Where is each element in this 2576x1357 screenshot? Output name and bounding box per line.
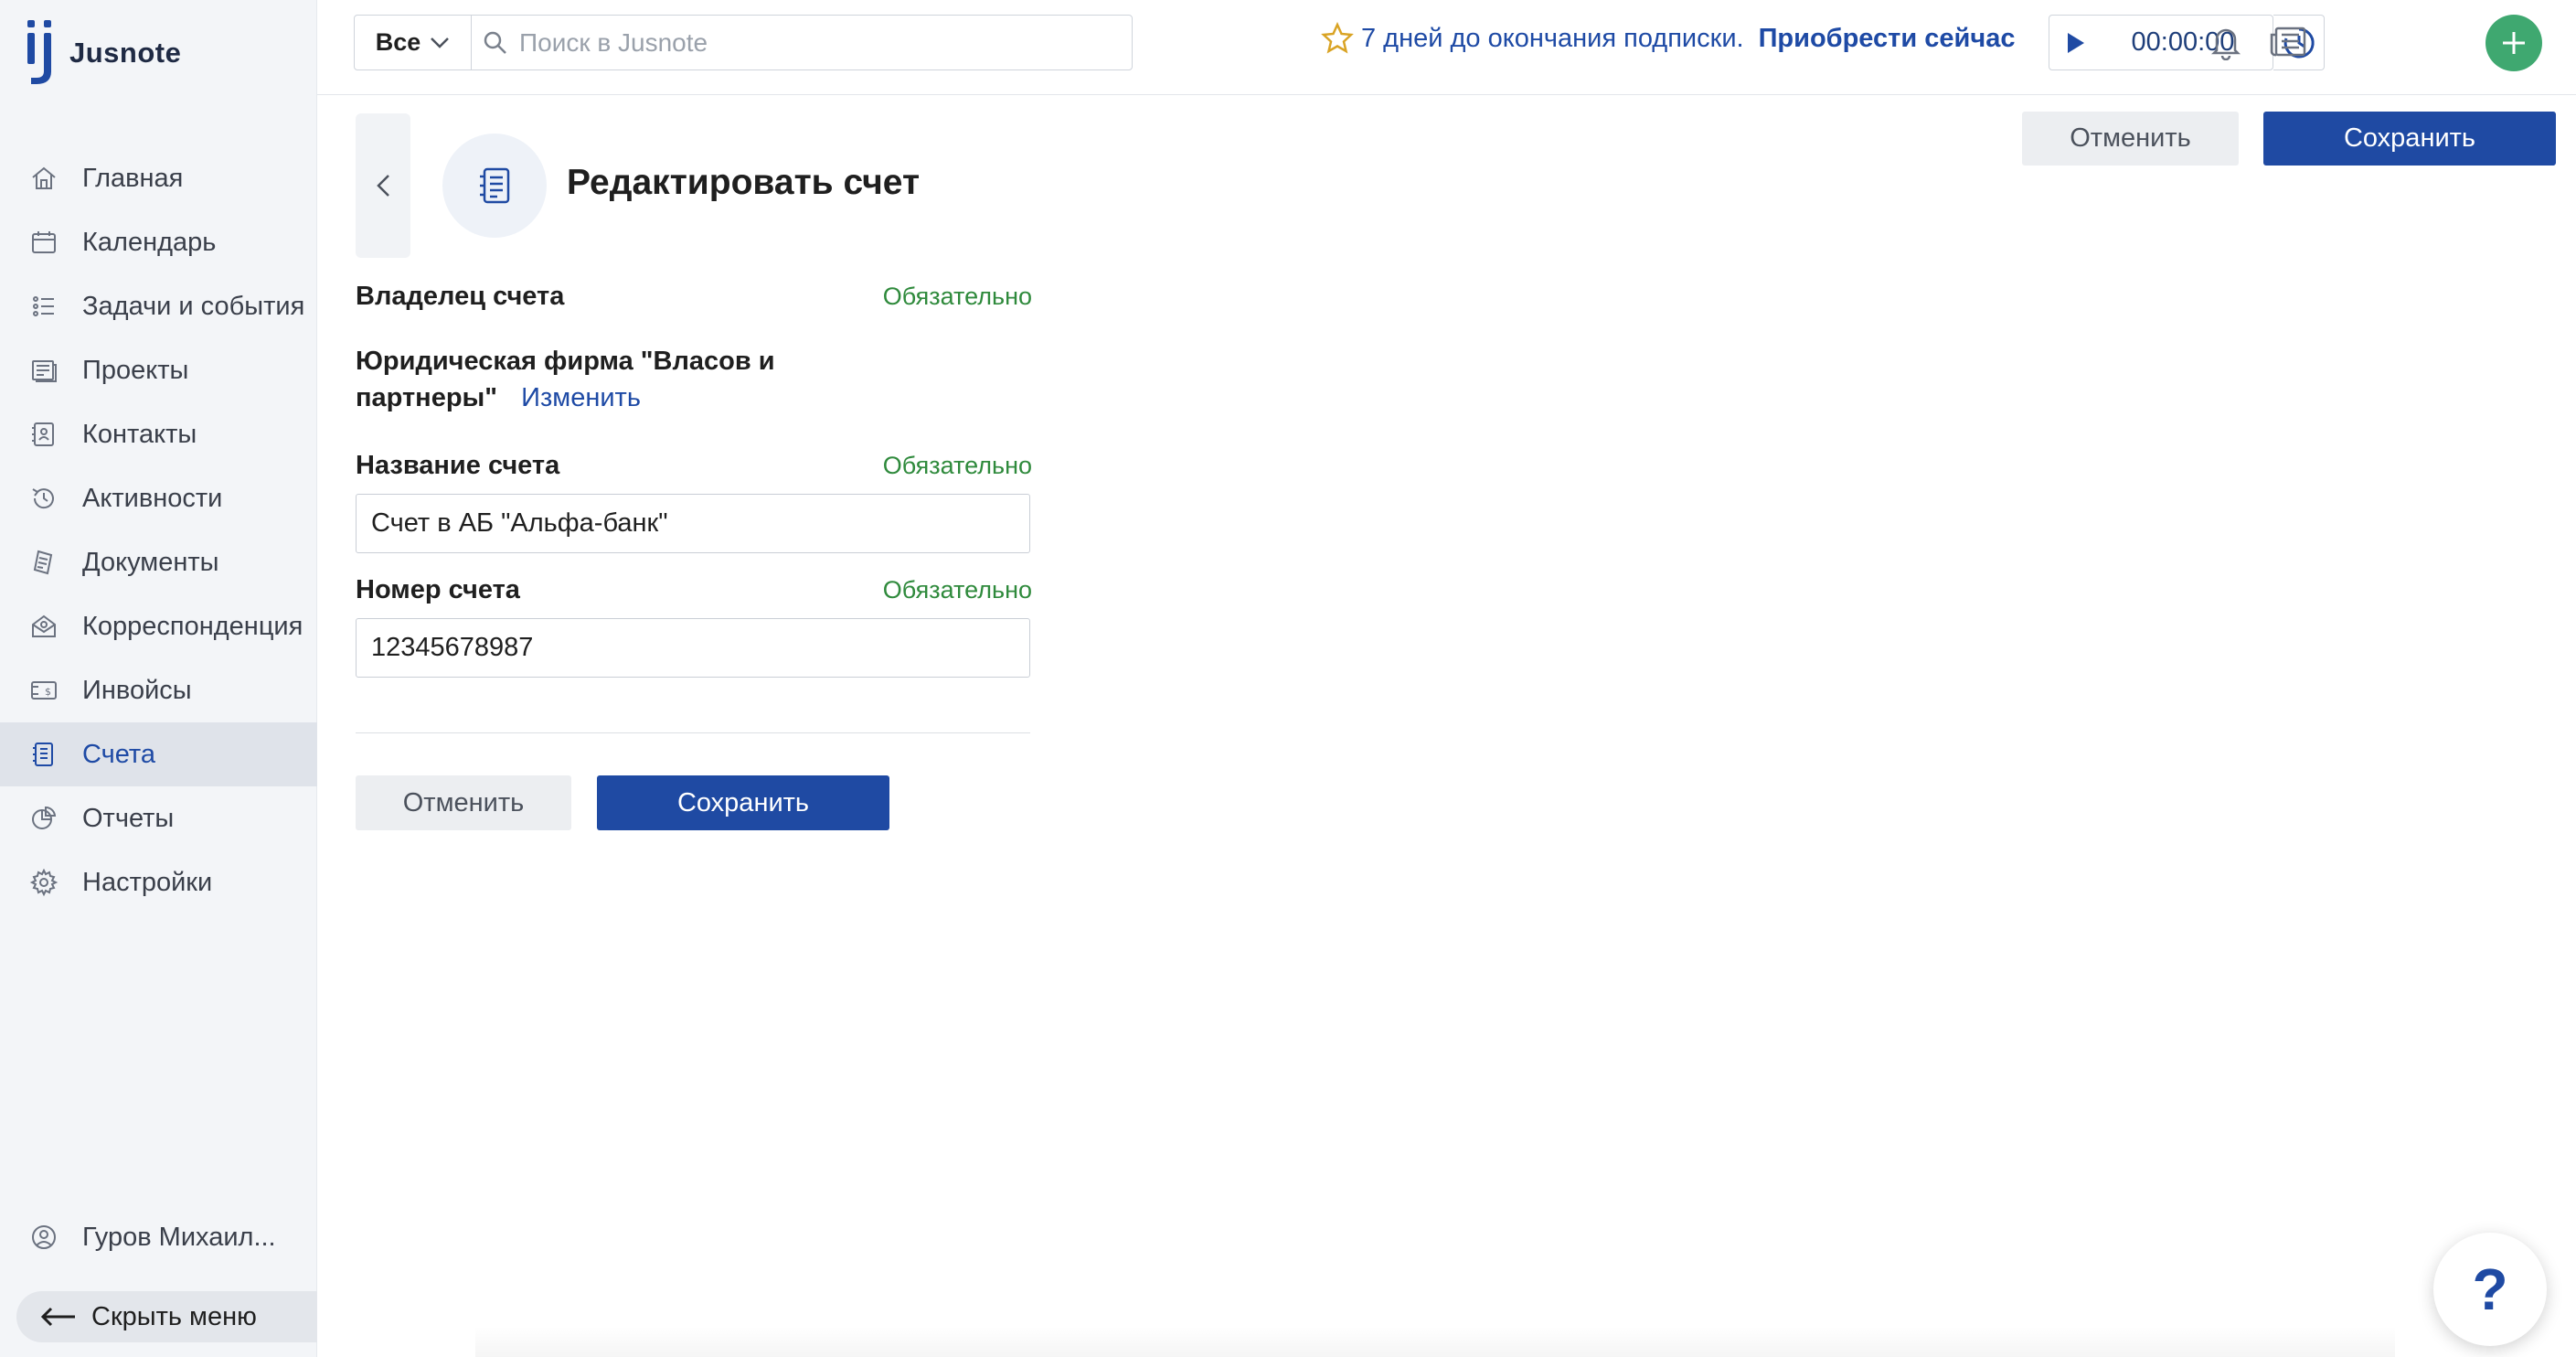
buy-now-link[interactable]: Приобрести сейчас [1759, 24, 2016, 54]
logo[interactable]: Jusnote [26, 20, 181, 86]
sidebar-item-reports[interactable]: Отчеты [0, 786, 317, 850]
sidebar-item-documents[interactable]: Документы [0, 530, 317, 594]
app-name: Jusnote [69, 37, 182, 69]
number-row: Номер счета Обязательно [356, 575, 1032, 605]
account-name-input[interactable]: Счет в АБ "Альфа-банк" [356, 494, 1030, 553]
account-page-icon [442, 134, 547, 238]
calendar-icon [27, 226, 60, 259]
search-scope-value: Все [375, 28, 421, 56]
add-button[interactable] [2486, 15, 2542, 71]
search-input[interactable] [519, 27, 1068, 58]
projects-icon [27, 354, 60, 387]
save-button[interactable]: Сохранить [597, 775, 889, 830]
timer-value: 00:00:00 [2131, 27, 2235, 57]
sidebar-item-label: Инвойсы [82, 675, 192, 705]
search-field [472, 16, 1132, 69]
mail-icon [27, 610, 60, 643]
tasks-icon [27, 290, 60, 323]
home-icon [27, 162, 60, 195]
required-badge: Обязательно [882, 452, 1032, 479]
hide-menu-button[interactable]: Скрыть меню [16, 1291, 317, 1342]
reports-icon [27, 802, 60, 835]
sidebar-item-label: Задачи и события [82, 291, 305, 321]
required-badge: Обязательно [882, 576, 1032, 604]
svg-text:$: $ [45, 686, 51, 698]
search-bar: Все [354, 15, 1133, 70]
chevron-left-icon [377, 175, 389, 197]
sidebar-item-label: Корреспонденция [82, 611, 303, 641]
search-icon [484, 31, 506, 54]
search-scope-select[interactable]: Все [355, 16, 472, 69]
jusnote-logo-icon [27, 20, 51, 84]
header-cancel-button[interactable]: Отменить [2022, 112, 2239, 166]
sidebar-item-label: Контакты [82, 419, 197, 449]
accounts-icon [480, 167, 510, 204]
required-badge: Обязательно [882, 283, 1032, 310]
sidebar-nav: Главная Календарь Задачи и события Проек… [0, 146, 317, 914]
form-divider [356, 732, 1030, 733]
sidebar-item-label: Календарь [82, 227, 217, 257]
user-menu[interactable]: Гуров Михаил... [0, 1205, 317, 1269]
notifications-button[interactable] [2206, 22, 2246, 62]
back-button[interactable] [356, 113, 410, 258]
news-icon [2270, 27, 2306, 57]
chevron-down-icon [431, 37, 450, 48]
sidebar-item-label: Документы [82, 547, 219, 577]
activity-icon [27, 482, 60, 515]
sidebar-item-settings[interactable]: Настройки [0, 850, 317, 914]
account-number-label: Номер счета [356, 575, 520, 604]
sidebar-item-projects[interactable]: Проекты [0, 338, 317, 402]
sidebar-item-label: Счета [82, 739, 155, 769]
sidebar: Jusnote Главная Календарь Задачи и событ… [0, 0, 317, 1357]
sidebar-item-label: Главная [82, 163, 184, 193]
sidebar-item-label: Настройки [82, 867, 213, 897]
form-actions: Отменить Сохранить [356, 775, 1032, 830]
hide-menu-label: Скрыть меню [91, 1301, 257, 1331]
account-form: Владелец счета Обязательно Юридическая ф… [356, 282, 1032, 830]
sidebar-item-mail[interactable]: Корреспонденция [0, 594, 317, 658]
bell-icon [2210, 28, 2241, 60]
owner-value: Юридическая фирма "Власов и партнеры" Из… [356, 343, 813, 416]
owner-row: Владелец счета Обязательно [356, 282, 1032, 312]
documents-icon [27, 546, 60, 579]
sidebar-item-contacts[interactable]: Контакты [0, 402, 317, 466]
topbar: Все 7 дней до окончания подписки. Приобр… [317, 0, 2576, 95]
sidebar-item-calendar[interactable]: Календарь [0, 210, 317, 274]
name-row: Название счета Обязательно [356, 451, 1032, 481]
plus-icon [2503, 32, 2525, 54]
subscription-text: 7 дней до окончания подписки. [1361, 23, 1744, 53]
header-save-button[interactable]: Сохранить [2263, 112, 2556, 166]
sidebar-item-accounts[interactable]: Счета [0, 722, 317, 786]
sidebar-item-invoices[interactable]: $ Инвойсы [0, 658, 317, 722]
sidebar-item-label: Проекты [82, 355, 189, 385]
subscription-notice: 7 дней до окончания подписки. Приобрести… [1321, 22, 2015, 55]
user-name: Гуров Михаил... [82, 1222, 276, 1252]
arrow-left-icon [40, 1307, 75, 1327]
change-owner-link[interactable]: Изменить [521, 383, 641, 412]
news-button[interactable] [2268, 22, 2308, 62]
user-icon [27, 1221, 60, 1254]
play-icon [2068, 32, 2084, 53]
gear-icon [27, 866, 60, 899]
timer-play-button[interactable] [2049, 31, 2102, 55]
contacts-icon [27, 418, 60, 451]
sidebar-item-tasks[interactable]: Задачи и события [0, 274, 317, 338]
help-button[interactable]: ? [2433, 1233, 2547, 1346]
sidebar-item-home[interactable]: Главная [0, 146, 317, 210]
invoice-icon: $ [27, 674, 60, 707]
account-name-label: Название счета [356, 451, 560, 480]
star-icon [1321, 22, 1354, 54]
page-title: Редактировать счет [567, 163, 921, 202]
accounts-icon [27, 738, 60, 771]
account-number-input[interactable]: 12345678987 [356, 618, 1030, 678]
sidebar-item-activity[interactable]: Активности [0, 466, 317, 530]
owner-label: Владелец счета [356, 282, 565, 311]
sidebar-item-label: Отчеты [82, 803, 175, 833]
sidebar-item-label: Активности [82, 483, 223, 513]
bottom-shadow [475, 1326, 2395, 1357]
cancel-button[interactable]: Отменить [356, 775, 571, 830]
